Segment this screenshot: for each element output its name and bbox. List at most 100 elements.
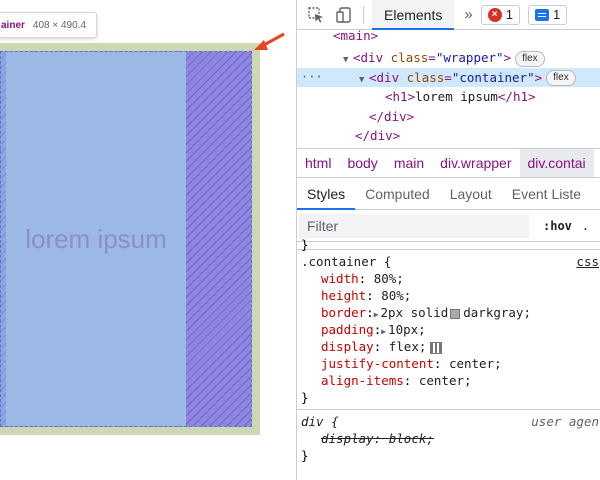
h1-open-tag: <h1> [385,89,416,104]
prop-name[interactable]: padding [321,322,374,337]
flex-badge[interactable]: flex [546,70,576,86]
prop-name[interactable]: height [321,288,366,303]
devtools-toolbar: Elements » × 1 1 [297,0,600,30]
breadcrumb-item-html[interactable]: html [297,155,339,171]
tab-styles[interactable]: Styles [297,178,356,210]
attr-value: "container" [451,69,535,85]
message-icon [534,8,549,21]
attr-name: class [390,50,429,65]
error-count-badge[interactable]: × 1 [480,4,520,25]
dom-node-container[interactable]: ··· ▼ <div class="container"> flex [297,67,600,88]
tab-elements[interactable]: Elements [372,0,455,30]
error-count: 1 [505,7,513,22]
wrapper-element-highlight[interactable]: lorem ipsum [0,43,260,435]
more-tabs-button[interactable]: » [464,6,472,23]
main-open-tag: <main> [333,28,379,43]
container-content-area: lorem ipsum [6,52,186,426]
rule-selector-line: div { user agen [297,413,600,430]
flex-badge[interactable]: flex [515,50,545,67]
color-swatch-icon[interactable] [450,308,461,319]
css-declaration[interactable]: border:▶ 2px solid darkgray; [297,304,600,321]
flexbox-editor-icon[interactable] [430,341,443,354]
styles-filter-input[interactable] [299,213,529,238]
css-declaration[interactable]: align-items: center; [297,372,600,389]
dom-node-main[interactable]: <main> [297,28,600,48]
prop-value[interactable]: 10px; [388,322,426,337]
closing-brace: } [301,390,309,405]
dom-node-wrapper[interactable]: ▼ <div class="wrapper"> flex [297,48,600,68]
prop-name[interactable]: align-items [321,373,404,388]
tag-close: > [503,50,512,65]
prop-value: block; [388,431,434,446]
prop-value[interactable]: 80%; [381,288,411,303]
tooltip-element-name: ainer [1,19,25,31]
prop-value[interactable]: center; [449,356,502,371]
flex-free-space-band [186,52,251,426]
prop-value[interactable]: flex; [389,339,427,354]
prop-name: display [321,431,374,446]
node-actions-ellipsis[interactable]: ··· [301,68,323,88]
css-declaration[interactable]: height: 80%; [297,287,600,304]
toolbar-separator [363,5,364,24]
breadcrumb: html body main div.wrapper div.contai [297,148,600,178]
prop-name[interactable]: border [321,305,366,320]
styles-filter-bar: :hov . [297,210,600,242]
page-viewport: lorem ipsum ainer 408 × 490.4 [0,0,296,480]
prop-name[interactable]: display [321,339,374,354]
attr-value: "wrapper" [435,50,504,65]
rule-selector: div { [301,414,339,429]
attr-eq: = [444,69,452,85]
prop-value[interactable]: 80%; [374,271,404,286]
styles-pane-tabs: Styles Computed Layout Event Liste [297,178,600,210]
attr-name: class [406,69,445,85]
error-icon: × [487,7,502,22]
prop-name[interactable]: width [321,271,359,286]
tooltip-element-size: 408 × 490.4 [32,19,87,31]
tag-name: <div [353,50,391,65]
css-declaration[interactable]: width: 80%; [297,270,600,287]
message-count: 1 [552,7,561,22]
tab-event-listeners[interactable]: Event Liste [502,178,591,210]
rule-container: .container { css width: 80%; height: 80%… [297,250,600,410]
devtools-panel: Elements » × 1 1 <main> ▼ <div class="wra… [296,0,600,480]
rule-user-agent-div: div { user agen display: block; } [297,410,600,467]
dom-node-wrapper-close[interactable]: </div> [297,126,600,146]
inspect-element-icon[interactable] [305,4,327,26]
rule-selector[interactable]: .container { [301,254,391,269]
rule-source-link[interactable]: css [576,253,599,270]
prop-name[interactable]: justify-content [321,356,434,371]
rule-close-line: } [297,447,600,464]
breadcrumb-item-container[interactable]: div.contai [519,149,594,177]
tab-layout[interactable]: Layout [440,178,502,210]
breadcrumb-item-wrapper[interactable]: div.wrapper [432,155,519,171]
container-element-highlight[interactable]: lorem ipsum [0,51,252,427]
prop-value-color[interactable]: darkgray; [463,305,531,320]
hover-state-toggle[interactable]: :hov [543,219,572,233]
class-toggle[interactable]: . [582,219,589,233]
previous-rule-end: } [297,238,600,251]
element-inspect-tooltip: ainer 408 × 490.4 [0,12,98,38]
css-declaration[interactable]: justify-content: center; [297,355,600,372]
expand-shorthand-icon[interactable]: ▶ [374,310,379,319]
red-arrow-annotation-icon [254,32,285,50]
expand-shorthand-icon[interactable]: ▶ [381,327,386,336]
h1-text-node: lorem ipsum [415,89,498,104]
message-count-badge[interactable]: 1 [527,4,568,25]
dom-node-h1[interactable]: <h1>lorem ipsum</h1> [297,87,600,107]
closing-brace: } [301,448,309,463]
tab-computed[interactable]: Computed [355,178,440,210]
dom-tree: <main> ▼ <div class="wrapper"> flex ··· ▼ <… [297,28,600,146]
css-declaration[interactable]: display: flex; [297,338,600,355]
css-declaration[interactable]: padding:▶ 10px; [297,321,600,338]
dom-node-container-close[interactable]: </div> [297,107,600,127]
div-close-tag: </div> [369,108,415,124]
breadcrumb-item-main[interactable]: main [386,155,432,171]
div-close-tag: </div> [355,128,401,143]
rule-close-line: } [297,389,600,406]
prop-value[interactable]: 2px solid [381,305,449,320]
attr-eq: = [428,50,436,65]
device-toolbar-icon[interactable] [333,4,355,26]
heading-text: lorem ipsum [25,223,167,254]
breadcrumb-item-body[interactable]: body [339,155,385,171]
prop-value[interactable]: center; [419,373,472,388]
